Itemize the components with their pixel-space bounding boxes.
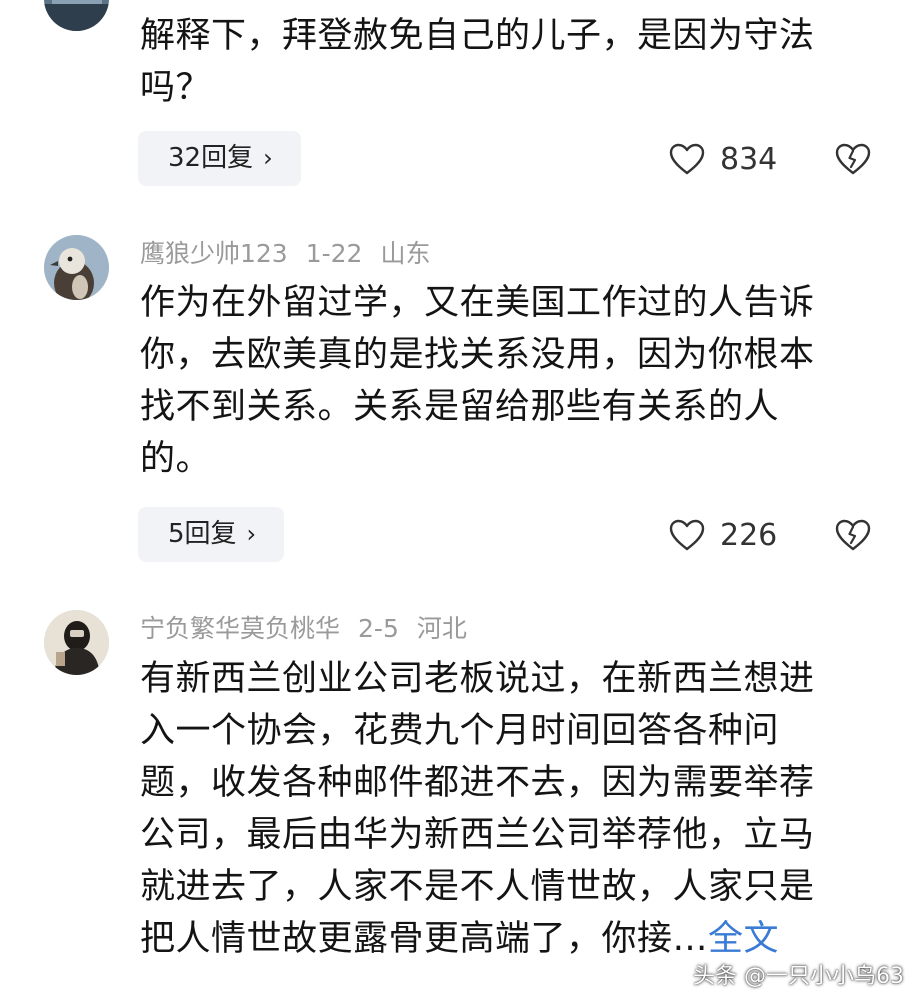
comment-feed: 解释下，拜登赦免自己的儿子，是因为守法 吗？ 32回复 › 834 鹰狼少帅123…	[0, 0, 922, 998]
comment-meta: 鹰狼少帅123 1-22 山东	[140, 237, 448, 271]
comment-line: 的。	[140, 439, 212, 479]
comment-line: 把人情世故更露骨更高端了，你接	[140, 919, 673, 959]
comment-meta: 宁负繁华莫负桃华 2-5 河北	[140, 612, 485, 646]
dislike-button[interactable]	[834, 142, 872, 176]
dislike-button[interactable]	[834, 518, 872, 552]
comment-line: 你，去欧美真的是找关系没用，因为你根本	[140, 335, 815, 375]
username[interactable]: 宁负繁华莫负桃华	[140, 614, 340, 643]
broken-heart-icon	[835, 143, 871, 175]
chevron-right-icon: ›	[263, 144, 273, 172]
broken-heart-icon	[835, 519, 871, 551]
comment-line: 找不到关系。关系是留给那些有关系的人	[140, 387, 780, 427]
like-count: 226	[720, 517, 778, 553]
comment-location: 河北	[416, 614, 467, 643]
like-button[interactable]: 226	[668, 510, 777, 560]
comment-date: 1-22	[305, 239, 363, 268]
watermark: 头条 @一只小小鸟63	[693, 964, 904, 989]
comment-line: 公司，最后由华为新西兰公司举荐他，立马	[140, 815, 815, 855]
comment-line: 入一个协会，花费九个月时间回答各种问	[140, 711, 780, 751]
comment-line: 就进去了，人家不是不人情世故，人家只是	[140, 867, 815, 907]
like-button[interactable]: 834	[668, 134, 777, 184]
comment-line: 题，收发各种邮件都进不去，因为需要举荐	[140, 763, 815, 803]
replies-label: 5回复	[168, 519, 237, 549]
comment-text: 作为在外留过学，又在美国工作过的人告诉 你，去欧美真的是找关系没用，因为你根本 …	[140, 277, 880, 485]
comment-line: 作为在外留过学，又在美国工作过的人告诉	[140, 283, 815, 323]
ellipsis: …	[672, 919, 709, 959]
replies-button[interactable]: 32回复 ›	[138, 131, 301, 186]
username[interactable]: 鹰狼少帅123	[140, 239, 288, 268]
comment-line: 解释下，拜登赦免自己的儿子，是因为守法	[140, 16, 815, 56]
replies-button[interactable]: 5回复 ›	[138, 507, 285, 562]
comment-location: 山东	[380, 239, 431, 268]
heart-icon	[669, 519, 705, 551]
avatar[interactable]	[44, 235, 109, 300]
like-count: 834	[720, 141, 778, 177]
avatar[interactable]	[44, 0, 109, 31]
comment-line: 有新西兰创业公司老板说过，在新西兰想进	[140, 659, 815, 699]
heart-icon	[669, 143, 705, 175]
comment-date: 2-5	[358, 614, 399, 643]
comment-text: 有新西兰创业公司老板说过，在新西兰想进 入一个协会，花费九个月时间回答各种问 题…	[140, 653, 880, 965]
comment-line: 吗？	[140, 68, 212, 108]
replies-label: 32回复	[168, 143, 254, 173]
full-text-link[interactable]: 全文	[708, 919, 779, 959]
comment-text: 解释下，拜登赦免自己的儿子，是因为守法 吗？	[140, 10, 880, 114]
chevron-right-icon: ›	[246, 520, 257, 548]
avatar[interactable]	[44, 610, 109, 675]
